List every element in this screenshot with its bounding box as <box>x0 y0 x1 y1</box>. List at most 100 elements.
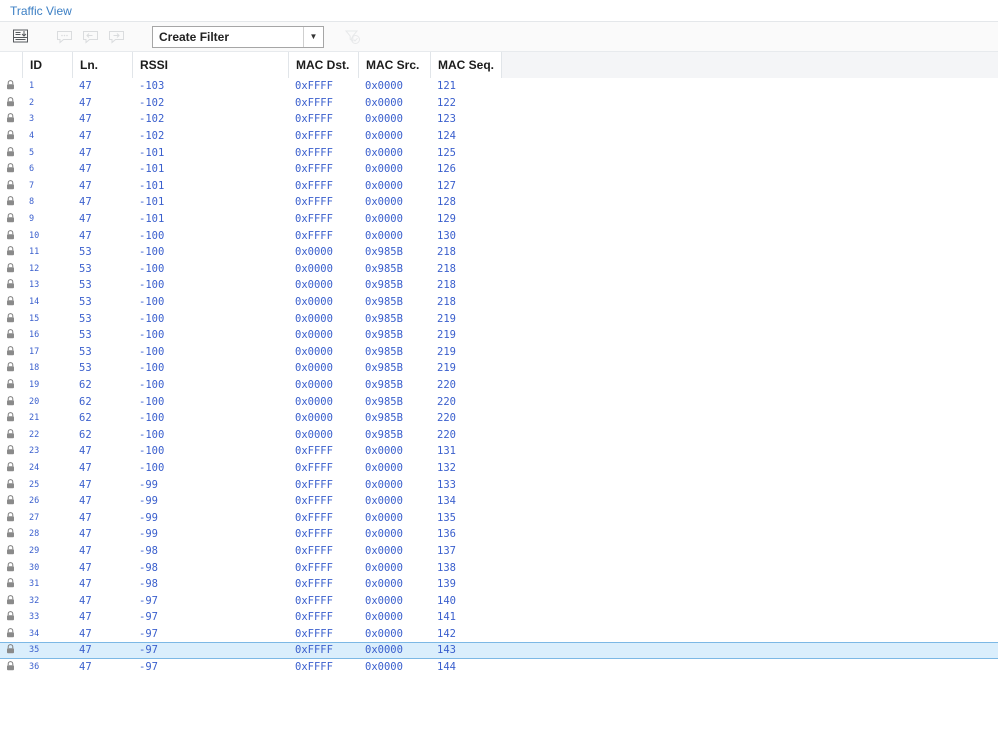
table-row[interactable]: 7 47 -101 0xFFFF 0x0000 127 <box>0 178 998 195</box>
row-lock-cell[interactable] <box>0 493 22 509</box>
column-header-mac-dst[interactable]: MAC Dst. <box>288 52 358 78</box>
table-row[interactable]: 35 47 -97 0xFFFF 0x0000 143 <box>0 642 998 659</box>
table-row[interactable]: 34 47 -97 0xFFFF 0x0000 142 <box>0 626 998 643</box>
table-row[interactable]: 31 47 -98 0xFFFF 0x0000 139 <box>0 576 998 593</box>
table-row[interactable]: 15 53 -100 0x0000 0x985B 219 <box>0 310 998 327</box>
table-row[interactable]: 9 47 -101 0xFFFF 0x0000 129 <box>0 211 998 228</box>
table-row[interactable]: 26 47 -99 0xFFFF 0x0000 134 <box>0 493 998 510</box>
cell-ln: 53 <box>79 246 92 259</box>
table-row[interactable]: 25 47 -99 0xFFFF 0x0000 133 <box>0 476 998 493</box>
row-lock-cell[interactable] <box>0 78 22 94</box>
row-lock-cell[interactable] <box>0 145 22 161</box>
filter-combobox[interactable]: Create Filter ▼ <box>152 25 324 48</box>
row-lock-cell[interactable] <box>0 360 22 376</box>
row-lock-cell[interactable] <box>0 642 22 658</box>
table-row[interactable]: 16 53 -100 0x0000 0x985B 219 <box>0 327 998 344</box>
row-lock-cell[interactable] <box>0 477 22 493</box>
comment-icon[interactable] <box>52 26 76 48</box>
row-lock-cell[interactable] <box>0 128 22 144</box>
cell-mac-seq: 218 <box>437 246 456 259</box>
row-lock-cell[interactable] <box>0 593 22 609</box>
column-header-lock[interactable] <box>0 52 22 78</box>
row-lock-cell[interactable] <box>0 659 22 675</box>
row-lock-cell[interactable] <box>0 526 22 542</box>
table-row[interactable]: 18 53 -100 0x0000 0x985B 219 <box>0 360 998 377</box>
row-lock-cell[interactable] <box>0 261 22 277</box>
cell-id: 33 <box>29 612 40 623</box>
row-lock-cell[interactable] <box>0 344 22 360</box>
table-row[interactable]: 3 47 -102 0xFFFF 0x0000 123 <box>0 111 998 128</box>
row-lock-cell[interactable] <box>0 95 22 111</box>
row-lock-cell[interactable] <box>0 560 22 576</box>
row-lock-cell[interactable] <box>0 111 22 127</box>
column-header-rssi[interactable]: RSSI <box>132 52 288 78</box>
previous-comment-icon[interactable] <box>78 26 102 48</box>
table-row[interactable]: 32 47 -97 0xFFFF 0x0000 140 <box>0 592 998 609</box>
row-lock-cell[interactable] <box>0 244 22 260</box>
column-header-id[interactable]: ID <box>22 52 72 78</box>
row-lock-cell[interactable] <box>0 609 22 625</box>
table-row[interactable]: 8 47 -101 0xFFFF 0x0000 128 <box>0 194 998 211</box>
table-row[interactable]: 22 62 -100 0x0000 0x985B 220 <box>0 426 998 443</box>
table-row[interactable]: 30 47 -98 0xFFFF 0x0000 138 <box>0 559 998 576</box>
traffic-table[interactable]: ID Ln. RSSI MAC Dst. MAC Src. MAC Seq. 1… <box>0 52 998 743</box>
cell-ln: 53 <box>79 262 92 275</box>
table-row[interactable]: 24 47 -100 0xFFFF 0x0000 132 <box>0 460 998 477</box>
next-comment-icon[interactable] <box>104 26 128 48</box>
table-row[interactable]: 6 47 -101 0xFFFF 0x0000 126 <box>0 161 998 178</box>
row-lock-cell[interactable] <box>0 178 22 194</box>
table-row[interactable]: 14 53 -100 0x0000 0x985B 218 <box>0 294 998 311</box>
tab-traffic-view[interactable]: Traffic View <box>0 2 82 21</box>
table-row[interactable]: 23 47 -100 0xFFFF 0x0000 131 <box>0 443 998 460</box>
row-lock-cell[interactable] <box>0 161 22 177</box>
cell-mac-dst: 0xFFFF <box>295 461 333 474</box>
table-row[interactable]: 36 47 -97 0xFFFF 0x0000 144 <box>0 659 998 676</box>
row-lock-cell[interactable] <box>0 626 22 642</box>
row-lock-cell[interactable] <box>0 427 22 443</box>
table-row[interactable]: 33 47 -97 0xFFFF 0x0000 141 <box>0 609 998 626</box>
table-row[interactable]: 28 47 -99 0xFFFF 0x0000 136 <box>0 526 998 543</box>
row-lock-cell[interactable] <box>0 576 22 592</box>
row-lock-cell[interactable] <box>0 277 22 293</box>
column-header-mac-src[interactable]: MAC Src. <box>358 52 430 78</box>
lock-icon <box>7 661 14 671</box>
row-lock-cell[interactable] <box>0 194 22 210</box>
table-row[interactable]: 4 47 -102 0xFFFF 0x0000 124 <box>0 128 998 145</box>
table-row[interactable]: 19 62 -100 0x0000 0x985B 220 <box>0 377 998 394</box>
table-row[interactable]: 11 53 -100 0x0000 0x985B 218 <box>0 244 998 261</box>
table-row[interactable]: 1 47 -103 0xFFFF 0x0000 121 <box>0 78 998 95</box>
table-row[interactable]: 17 53 -100 0x0000 0x985B 219 <box>0 344 998 361</box>
table-row[interactable]: 5 47 -101 0xFFFF 0x0000 125 <box>0 144 998 161</box>
column-header-mac-seq[interactable]: MAC Seq. <box>430 52 501 78</box>
column-header-ln[interactable]: Ln. <box>72 52 132 78</box>
table-row[interactable]: 20 62 -100 0x0000 0x985B 220 <box>0 393 998 410</box>
cell-mac-src: 0x0000 <box>365 511 403 524</box>
row-lock-cell[interactable] <box>0 394 22 410</box>
row-lock-cell[interactable] <box>0 327 22 343</box>
row-lock-cell[interactable] <box>0 311 22 327</box>
lock-icon <box>7 80 14 90</box>
table-row[interactable]: 21 62 -100 0x0000 0x985B 220 <box>0 410 998 427</box>
row-lock-cell[interactable] <box>0 294 22 310</box>
row-lock-cell[interactable] <box>0 510 22 526</box>
table-row[interactable]: 27 47 -99 0xFFFF 0x0000 135 <box>0 509 998 526</box>
row-lock-cell[interactable] <box>0 443 22 459</box>
table-row[interactable]: 2 47 -102 0xFFFF 0x0000 122 <box>0 95 998 112</box>
table-row[interactable]: 10 47 -100 0xFFFF 0x0000 130 <box>0 227 998 244</box>
cell-mac-dst: 0x0000 <box>295 262 333 275</box>
cell-id: 16 <box>29 330 40 341</box>
row-lock-cell[interactable] <box>0 211 22 227</box>
export-list-icon[interactable] <box>8 26 32 48</box>
cell-mac-src: 0x0000 <box>365 611 403 624</box>
table-row[interactable]: 12 53 -100 0x0000 0x985B 218 <box>0 261 998 278</box>
row-lock-cell[interactable] <box>0 543 22 559</box>
table-row[interactable]: 29 47 -98 0xFFFF 0x0000 137 <box>0 543 998 560</box>
filter-check-icon[interactable] <box>340 26 364 48</box>
cell-mac-seq: 121 <box>437 80 456 93</box>
row-lock-cell[interactable] <box>0 460 22 476</box>
row-lock-cell[interactable] <box>0 377 22 393</box>
row-lock-cell[interactable] <box>0 410 22 426</box>
chevron-down-icon[interactable]: ▼ <box>303 26 323 47</box>
row-lock-cell[interactable] <box>0 228 22 244</box>
table-row[interactable]: 13 53 -100 0x0000 0x985B 218 <box>0 277 998 294</box>
